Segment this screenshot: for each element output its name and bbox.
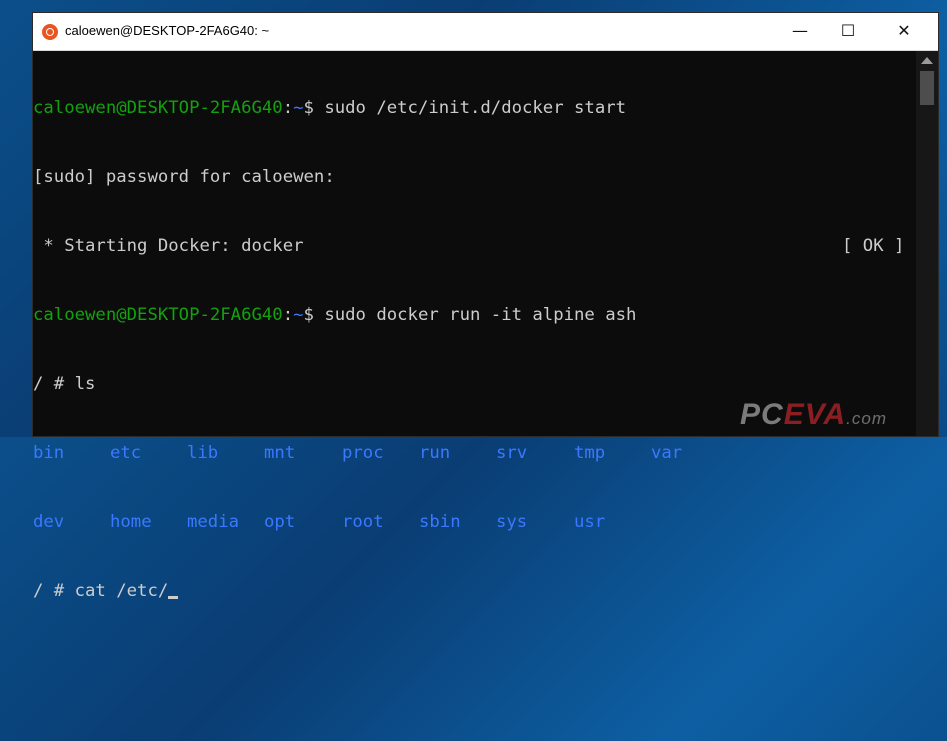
- pceva-watermark: PCEVA.com: [740, 398, 887, 432]
- directory-entry: proc: [342, 443, 384, 463]
- output-text: * Starting Docker: docker: [33, 236, 304, 256]
- directory-entry: root: [342, 512, 384, 532]
- title-bar[interactable]: caloewen@DESKTOP-2FA6G40: ~ — ☐ ✕: [33, 13, 938, 51]
- prompt-path: ~: [293, 305, 304, 325]
- directory-entry: sys: [496, 512, 528, 532]
- watermark-eva: EVA: [783, 398, 847, 431]
- directory-entry: var: [651, 443, 683, 463]
- prompt-separator: :: [282, 98, 294, 118]
- ls-row-1: bin etc lib mnt proc run srv tmp var: [33, 442, 916, 465]
- directory-entry: sbin: [419, 512, 461, 532]
- maximize-button[interactable]: ☐: [825, 13, 871, 51]
- prompt-user: caloewen@DESKTOP-2FA6G40: [33, 98, 283, 118]
- vertical-scrollbar[interactable]: [916, 51, 938, 436]
- scroll-up-arrow-icon[interactable]: [921, 57, 933, 64]
- directory-entry: bin: [33, 443, 65, 463]
- terminal-line: / # ls: [33, 374, 96, 394]
- terminal-line: / # cat /etc/: [33, 580, 916, 603]
- prompt-path: ~: [293, 98, 304, 118]
- directory-entry: etc: [110, 443, 142, 463]
- terminal-line: [sudo] password for caloewen:: [33, 167, 335, 187]
- directory-entry: tmp: [574, 443, 606, 463]
- command-text: $ sudo docker run -it alpine ash: [303, 305, 637, 325]
- ok-status: [ OK ]: [842, 236, 905, 256]
- text-cursor: [168, 596, 179, 599]
- directory-entry: run: [419, 443, 451, 463]
- directory-entry: media: [187, 512, 240, 532]
- terminal-line: caloewen@DESKTOP-2FA6G40:~$ sudo docker …: [33, 304, 916, 327]
- watermark-pc: PC: [740, 398, 784, 431]
- terminal-window: caloewen@DESKTOP-2FA6G40: ~ — ☐ ✕ caloew…: [32, 12, 939, 601]
- watermark-com: .com: [846, 409, 887, 428]
- command-text: / # cat /etc/: [33, 581, 169, 601]
- ubuntu-icon[interactable]: [42, 24, 58, 40]
- close-button[interactable]: ✕: [881, 13, 927, 51]
- prompt-separator: :: [282, 305, 294, 325]
- directory-entry: mnt: [264, 443, 296, 463]
- directory-entry: dev: [33, 512, 65, 532]
- window-title: caloewen@DESKTOP-2FA6G40: ~: [65, 23, 270, 38]
- command-text: $ sudo /etc/init.d/docker start: [303, 98, 627, 118]
- directory-entry: home: [110, 512, 152, 532]
- prompt-user: caloewen@DESKTOP-2FA6G40: [33, 305, 283, 325]
- directory-entry: srv: [496, 443, 528, 463]
- terminal-output[interactable]: caloewen@DESKTOP-2FA6G40:~$ sudo /etc/in…: [33, 51, 916, 601]
- scrollbar-thumb[interactable]: [920, 71, 934, 105]
- directory-entry: usr: [574, 512, 606, 532]
- directory-entry: opt: [264, 512, 296, 532]
- ls-row-2: dev home media opt root sbin sys usr: [33, 511, 916, 534]
- terminal-line: * Starting Docker: docker [ OK ]: [33, 235, 916, 258]
- terminal-line: caloewen@DESKTOP-2FA6G40:~$ sudo /etc/in…: [33, 97, 916, 120]
- directory-entry: lib: [187, 443, 219, 463]
- minimize-button[interactable]: —: [777, 13, 823, 51]
